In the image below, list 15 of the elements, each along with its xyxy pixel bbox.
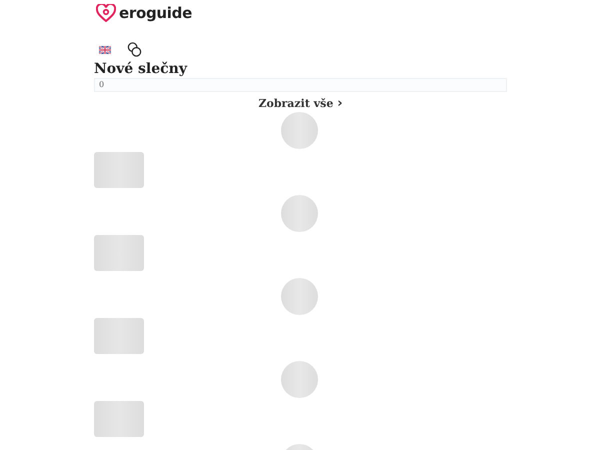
loading-avatar xyxy=(281,195,318,232)
loading-avatar xyxy=(281,112,318,149)
logo-text[interactable]: eroguide xyxy=(119,4,192,22)
show-all-link[interactable]: Zobrazit vše › xyxy=(258,97,343,110)
loading-card xyxy=(94,152,144,188)
flag-icon[interactable] xyxy=(99,46,111,54)
loading-avatar xyxy=(281,278,318,315)
chat-bubbles-icon[interactable] xyxy=(127,42,142,57)
loading-card xyxy=(94,401,144,437)
loading-avatar xyxy=(281,361,318,398)
logo-icon xyxy=(96,4,116,22)
loading-card xyxy=(94,318,144,354)
count-field: 0 xyxy=(94,78,507,92)
section-title: Nové slečny xyxy=(94,61,188,77)
loading-card xyxy=(94,235,144,271)
